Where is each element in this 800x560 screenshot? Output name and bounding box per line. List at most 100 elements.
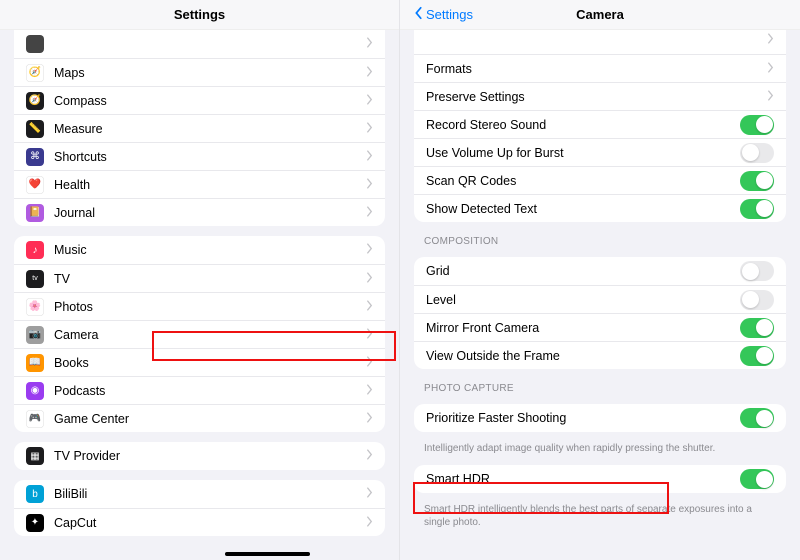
- settings-row-label: Journal: [54, 206, 366, 220]
- toggle-switch[interactable]: [740, 408, 774, 428]
- books-icon: 📖: [26, 354, 44, 372]
- settings-row-health[interactable]: ❤️ Health: [14, 170, 385, 198]
- back-label: Settings: [426, 7, 473, 22]
- home-indicator: [225, 552, 310, 556]
- chevron-right-icon: [366, 150, 373, 164]
- settings-row-game-center[interactable]: 🎮 Game Center: [14, 404, 385, 432]
- camera-row-record-stereo-sound[interactable]: Record Stereo Sound: [414, 110, 786, 138]
- photos-icon: 🌸: [26, 298, 44, 316]
- toggle-switch[interactable]: [740, 199, 774, 219]
- camera-row-label: Scan QR Codes: [426, 174, 740, 188]
- journal-icon: 📔: [26, 204, 44, 222]
- toggle-switch[interactable]: [740, 261, 774, 281]
- camera-row-label: Use Volume Up for Burst: [426, 146, 740, 160]
- podcasts-icon: ◉: [26, 382, 44, 400]
- settings-row-shortcuts[interactable]: ⌘ Shortcuts: [14, 142, 385, 170]
- measure-icon: 📏: [26, 120, 44, 138]
- settings-row-photos[interactable]: 🌸 Photos: [14, 292, 385, 320]
- camera-row-item[interactable]: [414, 26, 786, 54]
- settings-row-bilibili[interactable]: b BiliBili: [14, 480, 385, 508]
- toggle-switch[interactable]: [740, 171, 774, 191]
- camera-row-level[interactable]: Level: [414, 285, 786, 313]
- settings-row-label: Music: [54, 243, 366, 257]
- camera-row-label: Smart HDR: [426, 472, 740, 486]
- camera-row-formats[interactable]: Formats: [414, 54, 786, 82]
- chevron-right-icon: [767, 33, 774, 47]
- toggle-switch[interactable]: [740, 143, 774, 163]
- settings-row-compass[interactable]: 🧭 Compass: [14, 86, 385, 114]
- settings-row-label: CapCut: [54, 516, 366, 530]
- camera-row-label: Mirror Front Camera: [426, 321, 740, 335]
- chevron-right-icon: [366, 384, 373, 398]
- toggle-switch[interactable]: [740, 290, 774, 310]
- camera-row-label: Level: [426, 293, 740, 307]
- settings-row-label: TV Provider: [54, 449, 366, 463]
- settings-row-tv-provider[interactable]: ▦ TV Provider: [14, 442, 385, 470]
- toggle-switch[interactable]: [740, 115, 774, 135]
- settings-list: 🧭 Maps 🧭 Compass 📏 Measure ⌘ Shortcuts ❤…: [0, 30, 399, 536]
- back-button[interactable]: Settings: [414, 6, 473, 23]
- camera-row-label: Grid: [426, 264, 740, 278]
- music-icon: ♪: [26, 241, 44, 259]
- chevron-right-icon: [366, 300, 373, 314]
- camera-icon: 📷: [26, 326, 44, 344]
- camera-row-view-outside-the-frame[interactable]: View Outside the Frame: [414, 341, 786, 369]
- chevron-right-icon: [366, 37, 373, 51]
- chevron-right-icon: [767, 62, 774, 76]
- settings-row-books[interactable]: 📖 Books: [14, 348, 385, 376]
- chevron-right-icon: [366, 66, 373, 80]
- settings-row-journal[interactable]: 📔 Journal: [14, 198, 385, 226]
- game-center-icon: 🎮: [26, 410, 44, 428]
- settings-row-tv[interactable]: tv TV: [14, 264, 385, 292]
- settings-row-label: BiliBili: [54, 487, 366, 501]
- settings-row-camera[interactable]: 📷 Camera: [14, 320, 385, 348]
- toggle-switch[interactable]: [740, 469, 774, 489]
- settings-row-item[interactable]: [14, 30, 385, 58]
- camera-row-preserve-settings[interactable]: Preserve Settings: [414, 82, 786, 110]
- camera-row-prioritize-faster-shooting[interactable]: Prioritize Faster Shooting: [414, 404, 786, 432]
- camera-row-smart-hdr[interactable]: Smart HDR: [414, 465, 786, 493]
- section-footer: Intelligently adapt image quality when r…: [424, 442, 776, 455]
- camera-row-label: Formats: [426, 62, 767, 76]
- chevron-right-icon: [366, 243, 373, 257]
- chevron-right-icon: [366, 122, 373, 136]
- compass-icon: 🧭: [26, 92, 44, 110]
- camera-row-show-detected-text[interactable]: Show Detected Text: [414, 194, 786, 222]
- chevron-right-icon: [366, 449, 373, 463]
- chevron-right-icon: [366, 94, 373, 108]
- toggle-switch[interactable]: [740, 346, 774, 366]
- settings-row-label: Camera: [54, 328, 366, 342]
- chevron-left-icon: [414, 6, 424, 23]
- left-title: Settings: [174, 7, 225, 22]
- settings-row-maps[interactable]: 🧭 Maps: [14, 58, 385, 86]
- settings-row-label: Maps: [54, 66, 366, 80]
- settings-row-label: Compass: [54, 94, 366, 108]
- settings-row-label: TV: [54, 272, 366, 286]
- chevron-right-icon: [366, 516, 373, 530]
- left-navbar: Settings: [0, 0, 399, 30]
- settings-row-capcut[interactable]: ✦ CapCut: [14, 508, 385, 536]
- camera-row-use-volume-up-for-burst[interactable]: Use Volume Up for Burst: [414, 138, 786, 166]
- settings-row-music[interactable]: ♪ Music: [14, 236, 385, 264]
- chevron-right-icon: [366, 487, 373, 501]
- right-title: Camera: [576, 7, 624, 22]
- health-icon: ❤️: [26, 176, 44, 194]
- camera-row-scan-qr-codes[interactable]: Scan QR Codes: [414, 166, 786, 194]
- camera-row-label: Show Detected Text: [426, 202, 740, 216]
- camera-row-label: View Outside the Frame: [426, 349, 740, 363]
- shortcuts-icon: ⌘: [26, 148, 44, 166]
- maps-icon: 🧭: [26, 64, 44, 82]
- item-icon: [26, 35, 44, 53]
- camera-row-grid[interactable]: Grid: [414, 257, 786, 285]
- tv-icon: tv: [26, 270, 44, 288]
- settings-row-measure[interactable]: 📏 Measure: [14, 114, 385, 142]
- camera-row-label: Record Stereo Sound: [426, 118, 740, 132]
- settings-row-label: Books: [54, 356, 366, 370]
- settings-row-label: Game Center: [54, 412, 366, 426]
- chevron-right-icon: [767, 90, 774, 104]
- toggle-switch[interactable]: [740, 318, 774, 338]
- chevron-right-icon: [366, 178, 373, 192]
- settings-row-podcasts[interactable]: ◉ Podcasts: [14, 376, 385, 404]
- camera-row-mirror-front-camera[interactable]: Mirror Front Camera: [414, 313, 786, 341]
- chevron-right-icon: [366, 412, 373, 426]
